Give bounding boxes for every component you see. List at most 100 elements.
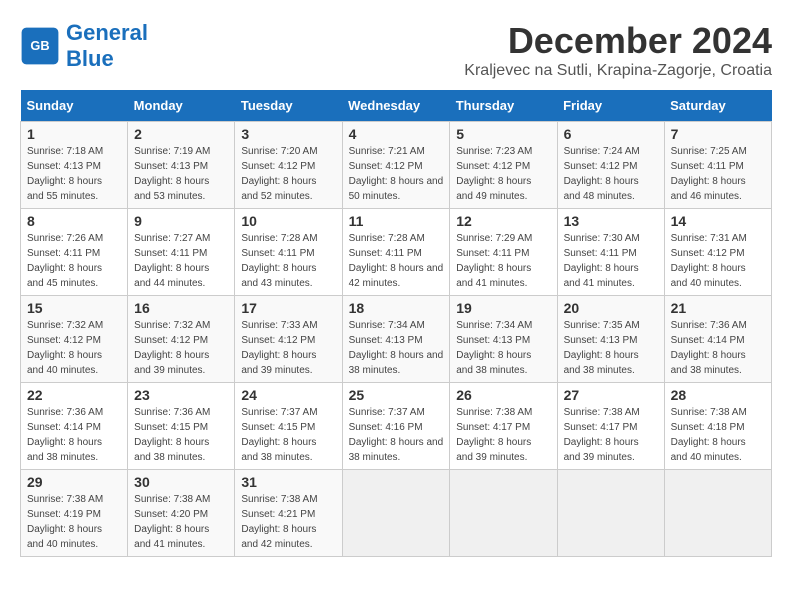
day-info: Sunrise: 7:25 AMSunset: 4:11 PMDaylight:… xyxy=(671,144,765,204)
day-number: 19 xyxy=(456,300,550,316)
day-info: Sunrise: 7:18 AMSunset: 4:13 PMDaylight:… xyxy=(27,144,121,204)
calendar-cell: 27 Sunrise: 7:38 AMSunset: 4:17 PMDayligh… xyxy=(557,383,664,470)
calendar-cell: 28Sunrise: 7:38 AMSunset: 4:18 PMDayligh… xyxy=(664,383,771,470)
title-section: December 2024 Kraljevec na Sutli, Krapin… xyxy=(464,20,772,80)
calendar-week-row: 8 Sunrise: 7:26 AMSunset: 4:11 PMDaylight… xyxy=(21,209,772,296)
day-number: 27 xyxy=(564,387,658,403)
day-header-saturday: Saturday xyxy=(664,90,771,122)
day-header-friday: Friday xyxy=(557,90,664,122)
day-number: 3 xyxy=(241,126,335,142)
day-number: 20 xyxy=(564,300,658,316)
logo-line2: Blue xyxy=(66,46,114,71)
calendar-header-row: SundayMondayTuesdayWednesdayThursdayFrid… xyxy=(21,90,772,122)
logo-line1: General xyxy=(66,20,148,45)
day-number: 16 xyxy=(134,300,228,316)
day-info: Sunrise: 7:35 AMSunset: 4:13 PMDaylight:… xyxy=(564,318,658,378)
month-title: December 2024 xyxy=(464,20,772,62)
calendar-cell: 25 Sunrise: 7:37 AMSunset: 4:16 PMDayligh… xyxy=(342,383,450,470)
day-info: Sunrise: 7:34 AMSunset: 4:13 PMDaylight:… xyxy=(349,318,444,378)
day-number: 10 xyxy=(241,213,335,229)
calendar-week-row: 15Sunrise: 7:32 AMSunset: 4:12 PMDayligh… xyxy=(21,296,772,383)
page-header: GB General Blue December 2024 Kraljevec … xyxy=(20,20,772,80)
day-number: 8 xyxy=(27,213,121,229)
day-info: Sunrise: 7:23 AMSunset: 4:12 PMDaylight:… xyxy=(456,144,550,204)
day-number: 6 xyxy=(564,126,658,142)
day-number: 14 xyxy=(671,213,765,229)
calendar-cell: 23 Sunrise: 7:36 AMSunset: 4:15 PMDayligh… xyxy=(128,383,235,470)
calendar-cell: 10Sunrise: 7:28 AMSunset: 4:11 PMDayligh… xyxy=(235,209,342,296)
day-info: Sunrise: 7:36 AMSunset: 4:14 PMDaylight:… xyxy=(27,405,121,465)
day-info: Sunrise: 7:38 AMSunset: 4:20 PMDaylight:… xyxy=(134,492,228,552)
calendar-cell: 9 Sunrise: 7:27 AMSunset: 4:11 PMDaylight… xyxy=(128,209,235,296)
day-info: Sunrise: 7:37 AMSunset: 4:15 PMDaylight:… xyxy=(241,405,335,465)
calendar-cell: 19 Sunrise: 7:34 AMSunset: 4:13 PMDayligh… xyxy=(450,296,557,383)
day-number: 4 xyxy=(349,126,444,142)
day-number: 22 xyxy=(27,387,121,403)
day-number: 17 xyxy=(241,300,335,316)
day-header-tuesday: Tuesday xyxy=(235,90,342,122)
day-info: Sunrise: 7:26 AMSunset: 4:11 PMDaylight:… xyxy=(27,231,121,291)
calendar-cell: 2 Sunrise: 7:19 AMSunset: 4:13 PMDaylight… xyxy=(128,122,235,209)
calendar-week-row: 22 Sunrise: 7:36 AMSunset: 4:14 PMDayligh… xyxy=(21,383,772,470)
calendar-cell: 7 Sunrise: 7:25 AMSunset: 4:11 PMDaylight… xyxy=(664,122,771,209)
day-info: Sunrise: 7:33 AMSunset: 4:12 PMDaylight:… xyxy=(241,318,335,378)
day-header-sunday: Sunday xyxy=(21,90,128,122)
day-number: 5 xyxy=(456,126,550,142)
day-info: Sunrise: 7:20 AMSunset: 4:12 PMDaylight:… xyxy=(241,144,335,204)
calendar-cell: 14 Sunrise: 7:31 AMSunset: 4:12 PMDayligh… xyxy=(664,209,771,296)
calendar-cell: 18 Sunrise: 7:34 AMSunset: 4:13 PMDayligh… xyxy=(342,296,450,383)
calendar-cell xyxy=(664,470,771,557)
logo-text: General Blue xyxy=(66,20,148,73)
calendar-cell: 17 Sunrise: 7:33 AMSunset: 4:12 PMDayligh… xyxy=(235,296,342,383)
day-number: 26 xyxy=(456,387,550,403)
day-info: Sunrise: 7:21 AMSunset: 4:12 PMDaylight:… xyxy=(349,144,444,204)
day-number: 11 xyxy=(349,213,444,229)
calendar-cell: 3 Sunrise: 7:20 AMSunset: 4:12 PMDaylight… xyxy=(235,122,342,209)
day-info: Sunrise: 7:19 AMSunset: 4:13 PMDaylight:… xyxy=(134,144,228,204)
calendar-cell: 15Sunrise: 7:32 AMSunset: 4:12 PMDayligh… xyxy=(21,296,128,383)
day-number: 9 xyxy=(134,213,228,229)
day-info: Sunrise: 7:37 AMSunset: 4:16 PMDaylight:… xyxy=(349,405,444,465)
day-info: Sunrise: 7:28 AMSunset: 4:11 PMDaylight:… xyxy=(349,231,444,291)
day-info: Sunrise: 7:24 AMSunset: 4:12 PMDaylight:… xyxy=(564,144,658,204)
day-number: 7 xyxy=(671,126,765,142)
day-number: 13 xyxy=(564,213,658,229)
calendar-cell: 13 Sunrise: 7:30 AMSunset: 4:11 PMDayligh… xyxy=(557,209,664,296)
day-number: 18 xyxy=(349,300,444,316)
calendar-cell: 29Sunrise: 7:38 AMSunset: 4:19 PMDayligh… xyxy=(21,470,128,557)
logo: GB General Blue xyxy=(20,20,148,73)
day-info: Sunrise: 7:34 AMSunset: 4:13 PMDaylight:… xyxy=(456,318,550,378)
calendar-table: SundayMondayTuesdayWednesdayThursdayFrid… xyxy=(20,90,772,557)
day-info: Sunrise: 7:30 AMSunset: 4:11 PMDaylight:… xyxy=(564,231,658,291)
day-info: Sunrise: 7:38 AMSunset: 4:19 PMDaylight:… xyxy=(27,492,121,552)
day-header-wednesday: Wednesday xyxy=(342,90,450,122)
day-info: Sunrise: 7:38 AMSunset: 4:17 PMDaylight:… xyxy=(564,405,658,465)
calendar-week-row: 29Sunrise: 7:38 AMSunset: 4:19 PMDayligh… xyxy=(21,470,772,557)
day-number: 15 xyxy=(27,300,121,316)
calendar-cell: 20 Sunrise: 7:35 AMSunset: 4:13 PMDayligh… xyxy=(557,296,664,383)
day-info: Sunrise: 7:36 AMSunset: 4:15 PMDaylight:… xyxy=(134,405,228,465)
calendar-cell xyxy=(450,470,557,557)
location: Kraljevec na Sutli, Krapina-Zagorje, Cro… xyxy=(464,62,772,80)
calendar-cell: 31Sunrise: 7:38 AMSunset: 4:21 PMDayligh… xyxy=(235,470,342,557)
day-number: 21 xyxy=(671,300,765,316)
calendar-cell: 5 Sunrise: 7:23 AMSunset: 4:12 PMDaylight… xyxy=(450,122,557,209)
calendar-cell: 16Sunrise: 7:32 AMSunset: 4:12 PMDayligh… xyxy=(128,296,235,383)
calendar-cell: 22 Sunrise: 7:36 AMSunset: 4:14 PMDayligh… xyxy=(21,383,128,470)
calendar-cell: 24 Sunrise: 7:37 AMSunset: 4:15 PMDayligh… xyxy=(235,383,342,470)
day-number: 2 xyxy=(134,126,228,142)
day-number: 28 xyxy=(671,387,765,403)
day-number: 24 xyxy=(241,387,335,403)
day-info: Sunrise: 7:27 AMSunset: 4:11 PMDaylight:… xyxy=(134,231,228,291)
day-number: 12 xyxy=(456,213,550,229)
day-number: 31 xyxy=(241,474,335,490)
calendar-cell: 11 Sunrise: 7:28 AMSunset: 4:11 PMDayligh… xyxy=(342,209,450,296)
calendar-cell: 21Sunrise: 7:36 AMSunset: 4:14 PMDayligh… xyxy=(664,296,771,383)
calendar-cell: 30Sunrise: 7:38 AMSunset: 4:20 PMDayligh… xyxy=(128,470,235,557)
calendar-cell: 6 Sunrise: 7:24 AMSunset: 4:12 PMDaylight… xyxy=(557,122,664,209)
calendar-cell: 1Sunrise: 7:18 AMSunset: 4:13 PMDaylight… xyxy=(21,122,128,209)
day-number: 25 xyxy=(349,387,444,403)
calendar-cell: 8 Sunrise: 7:26 AMSunset: 4:11 PMDaylight… xyxy=(21,209,128,296)
day-info: Sunrise: 7:31 AMSunset: 4:12 PMDaylight:… xyxy=(671,231,765,291)
day-number: 23 xyxy=(134,387,228,403)
